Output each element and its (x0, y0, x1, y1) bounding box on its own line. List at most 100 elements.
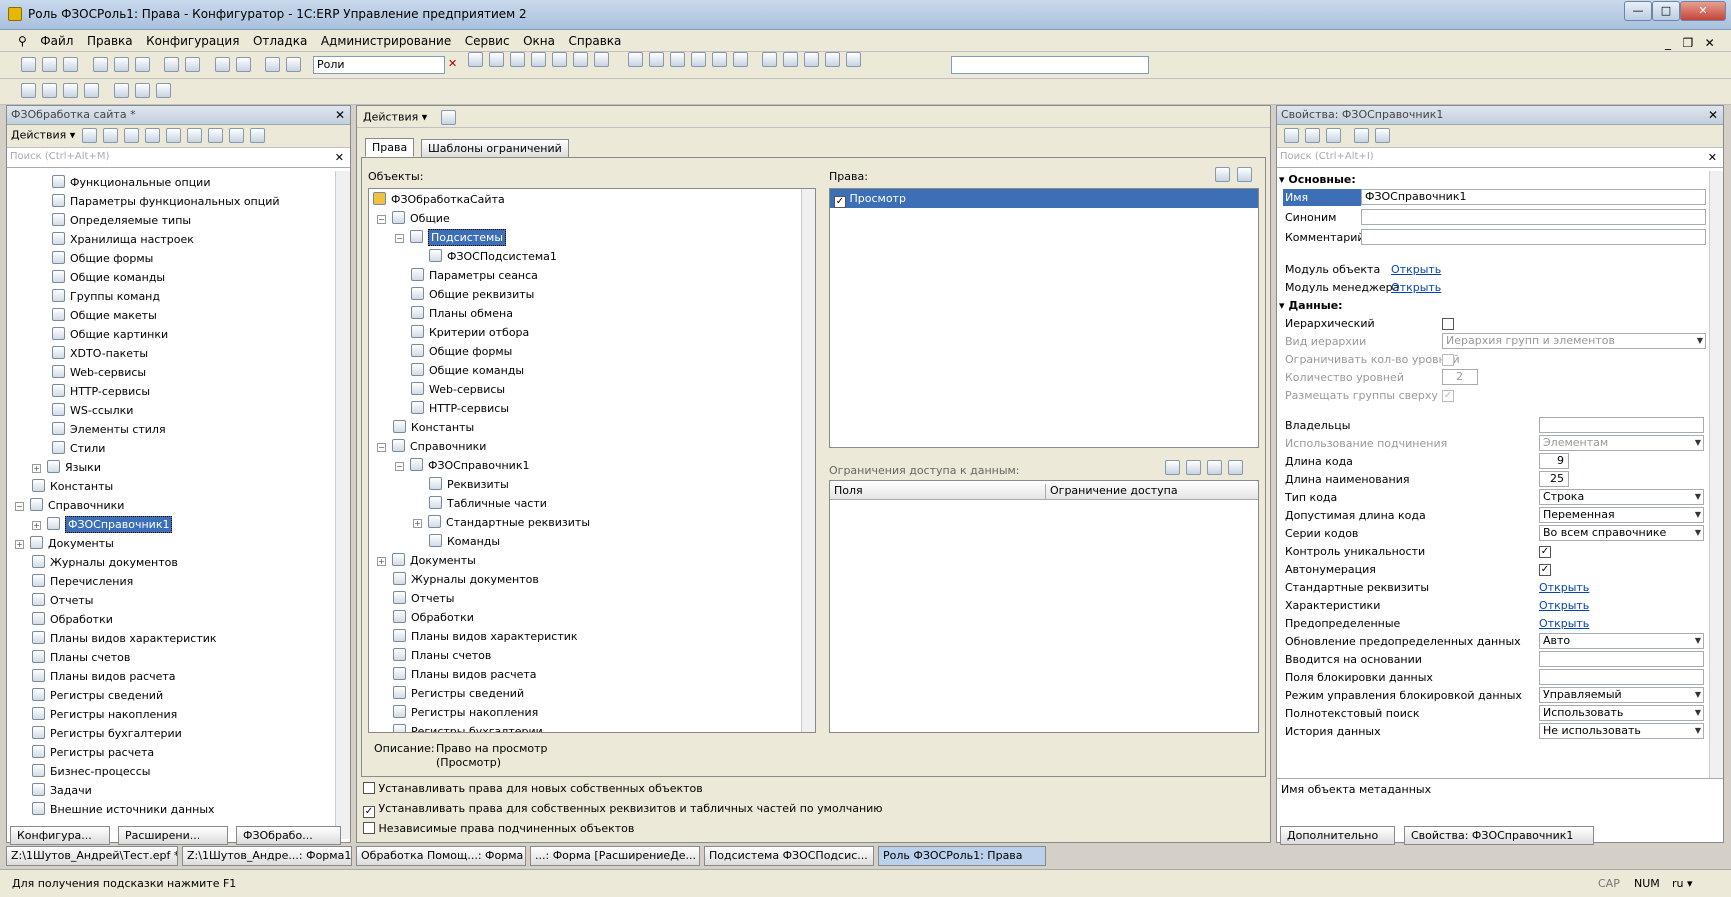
tree-item[interactable]: WS-ссылки (7, 401, 337, 420)
tb2-icon-6[interactable] (134, 83, 150, 98)
collapse-icon[interactable]: − (395, 462, 404, 471)
objects-scrollbar[interactable] (801, 189, 815, 732)
bp5-icon[interactable] (711, 52, 727, 67)
find-next-icon[interactable] (468, 52, 483, 67)
save-icon[interactable] (63, 57, 78, 72)
tab-rights[interactable]: Права (365, 138, 415, 157)
left-scrollbar[interactable] (335, 171, 350, 839)
delete-restriction-icon[interactable] (1207, 460, 1222, 475)
center-actions-menu[interactable]: Действия (363, 111, 418, 124)
name-length-field[interactable]: 25 (1539, 471, 1569, 487)
window-tab-form1[interactable]: Z:\1Шутов_Андре...: Форма1 (182, 846, 352, 866)
tree-item[interactable]: Планы видов характеристик (369, 627, 815, 646)
template-icon[interactable] (1228, 460, 1243, 475)
window-icon[interactable] (510, 52, 525, 67)
rights-copy-icon[interactable] (1237, 167, 1252, 182)
tree-item[interactable]: Регистры расчета (7, 743, 337, 762)
tree-item[interactable]: Хранилища настроек (7, 230, 337, 249)
bp4-icon[interactable] (690, 52, 706, 67)
tree-item[interactable]: − Справочники (7, 496, 337, 515)
expand-icon[interactable]: + (32, 464, 41, 473)
update-predefined-select[interactable]: Авто (1539, 633, 1704, 649)
move-down-icon[interactable] (186, 128, 202, 143)
bp1-icon[interactable] (627, 52, 643, 67)
code-type-select[interactable]: Строка (1539, 489, 1704, 505)
tree-item[interactable]: + Стандартные реквизиты (369, 513, 815, 532)
print-icon[interactable] (164, 57, 179, 72)
tree-item[interactable]: Перечисления (7, 572, 337, 591)
tree-item[interactable]: Планы обмена (369, 304, 815, 323)
window-tab-extension-form[interactable]: ...: Форма [РасширениеДе... (530, 846, 700, 866)
props-search-input[interactable]: Поиск (Ctrl+Alt+I) (1277, 148, 1723, 168)
new-objects-checkbox[interactable] (363, 782, 375, 794)
tools-icon[interactable] (531, 52, 546, 67)
props-tab-more[interactable]: Дополнительно (1280, 826, 1395, 845)
move-up-icon[interactable] (165, 128, 181, 143)
tree-item[interactable]: Планы счетов (369, 646, 815, 665)
tree-item[interactable]: Web-сервисы (369, 380, 815, 399)
left-search-input[interactable]: Поиск (Ctrl+Alt+M) (7, 148, 350, 168)
characteristics-link[interactable]: Открыть (1539, 597, 1589, 614)
tree-item[interactable]: Web-сервисы (7, 363, 337, 382)
sort-alpha-icon[interactable] (1284, 128, 1299, 143)
predefined-link[interactable]: Открыть (1539, 615, 1589, 632)
redo-icon[interactable] (235, 57, 251, 72)
tree-item[interactable]: Общие формы (7, 249, 337, 268)
independent-rights-checkbox[interactable] (363, 822, 375, 834)
history-select[interactable]: Не использовать (1539, 723, 1704, 739)
comment-field[interactable] (1361, 229, 1706, 245)
tree-item[interactable]: + ФЗОСправочник1 (7, 515, 337, 534)
find-icon[interactable] (265, 57, 280, 72)
tree-item[interactable]: Табличные части (369, 494, 815, 513)
collapse-icon[interactable]: − (377, 443, 386, 452)
maximize-button[interactable]: □ (1652, 1, 1680, 21)
sort-icon[interactable] (207, 128, 223, 143)
tree-item[interactable]: Определяемые типы (7, 211, 337, 230)
owners-field[interactable] (1539, 417, 1704, 433)
tree-item[interactable]: Общие команды (7, 268, 337, 287)
own-attributes-checkbox[interactable]: ✓ (363, 806, 375, 818)
tree-item[interactable]: Параметры сеанса (369, 266, 815, 285)
limit-levels-checkbox[interactable] (1442, 354, 1454, 366)
lock-fields-field[interactable] (1539, 669, 1704, 685)
menu-service[interactable]: Сервис (460, 30, 515, 48)
new-icon[interactable] (21, 57, 36, 72)
tree-item[interactable]: Регистры накопления (369, 703, 815, 722)
add-icon[interactable] (81, 128, 97, 143)
tree-item[interactable]: Регистры бухгалтерии (369, 722, 815, 732)
view-right-checkbox[interactable]: ✓ (834, 196, 846, 208)
edit-icon[interactable] (102, 128, 118, 143)
uniqueness-checkbox[interactable]: ✓ (1539, 546, 1551, 558)
tree-item[interactable]: Функциональные опции (7, 173, 337, 192)
info-icon[interactable] (594, 52, 609, 67)
tab-templates[interactable]: Шаблоны ограничений (421, 139, 569, 158)
edit-restriction-icon[interactable] (1186, 460, 1201, 475)
window-tab-subsystem[interactable]: Подсистема ФЗОСПодсис... (704, 846, 874, 866)
menu-windows[interactable]: Окна (518, 30, 560, 48)
tree-item[interactable]: Критерии отбора (369, 323, 815, 342)
props-tab-properties[interactable]: Свойства: ФЗОСправочник1 (1404, 826, 1594, 845)
menu-help[interactable]: Справка (564, 30, 627, 48)
left-tab-processing[interactable]: ФЗОбрабо... (236, 826, 341, 845)
tree-item[interactable]: Стили (7, 439, 337, 458)
add-restriction-icon[interactable] (1165, 460, 1180, 475)
tree-item[interactable]: Реквизиты (369, 475, 815, 494)
menu-edit[interactable]: Правка (82, 30, 138, 48)
option-new-objects[interactable]: Устанавливать права для новых собственны… (363, 782, 703, 795)
tree-item[interactable]: Журналы документов (369, 570, 815, 589)
manager-module-link[interactable]: Открыть (1391, 279, 1441, 296)
tree-item[interactable]: + Документы (7, 534, 337, 553)
props-filter-icon[interactable] (1326, 128, 1341, 143)
tree-item[interactable]: − Общие (369, 209, 815, 228)
tree-item[interactable]: Отчеты (369, 589, 815, 608)
clear-search-icon[interactable]: ✕ (448, 57, 457, 70)
expand-icon[interactable]: + (377, 557, 386, 566)
expand-icon[interactable]: + (15, 540, 24, 549)
left-search-clear-icon[interactable]: ✕ (335, 151, 344, 164)
status-language[interactable]: ru ▾ (1672, 877, 1693, 890)
allowed-length-select[interactable]: Переменная (1539, 507, 1704, 523)
expand-icon[interactable]: + (413, 519, 422, 528)
copy-item-icon[interactable] (123, 128, 139, 143)
copy-icon[interactable] (113, 57, 129, 72)
props-apply-icon[interactable] (1375, 128, 1390, 143)
